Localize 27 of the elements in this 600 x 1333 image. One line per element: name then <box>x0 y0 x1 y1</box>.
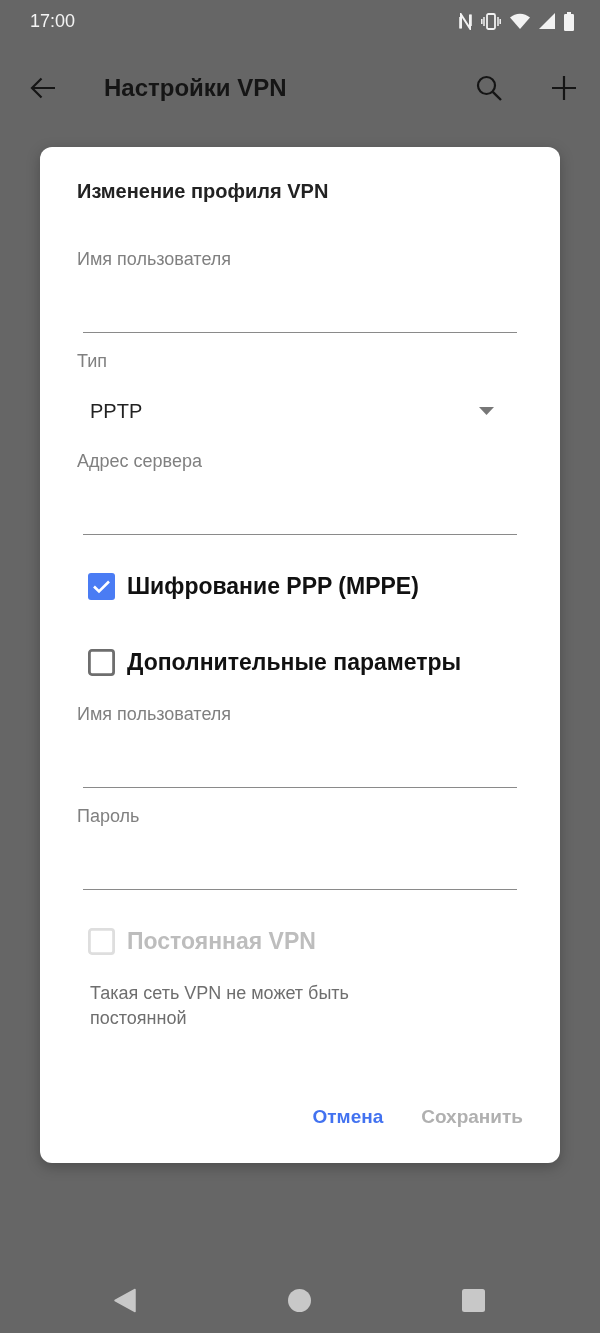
field-label: Пароль <box>77 805 140 828</box>
checkbox[interactable] <box>88 572 115 600</box>
cancel-button[interactable]: Отмена <box>312 1097 384 1137</box>
battery-icon <box>564 11 574 31</box>
wifi-icon <box>510 13 530 29</box>
field-label: Адрес сервера <box>77 450 202 473</box>
caret-icon <box>479 407 494 415</box>
dialog-title: Изменение профиля VPN <box>77 179 330 204</box>
vibrate-icon <box>481 12 501 30</box>
checkbox-label: Постоянная VPN <box>127 927 316 955</box>
back-icon[interactable] <box>30 77 56 99</box>
checkbox[interactable] <box>88 648 115 676</box>
nfc-icon <box>459 12 472 30</box>
home-icon[interactable] <box>287 1288 311 1312</box>
recents-icon[interactable] <box>462 1288 485 1312</box>
field-label: Имя пользователя <box>77 703 232 726</box>
field-label: Тип <box>77 350 107 373</box>
status-time: 17:00 <box>30 10 76 32</box>
checkbox-label: Шифрование PPP (MPPE) <box>127 572 419 600</box>
search-icon[interactable] <box>476 75 502 101</box>
checkbox-label: Дополнительные параметры <box>127 648 462 676</box>
app-bar-title: Настройки VPN <box>104 74 287 102</box>
note-text: Такая сеть VPN не может быть постоянной <box>90 982 350 1030</box>
field-label: Имя пользователя <box>77 248 232 271</box>
signal-icon <box>539 13 555 29</box>
dropdown[interactable]: PPTP <box>77 389 523 433</box>
add-icon[interactable] <box>552 76 576 100</box>
